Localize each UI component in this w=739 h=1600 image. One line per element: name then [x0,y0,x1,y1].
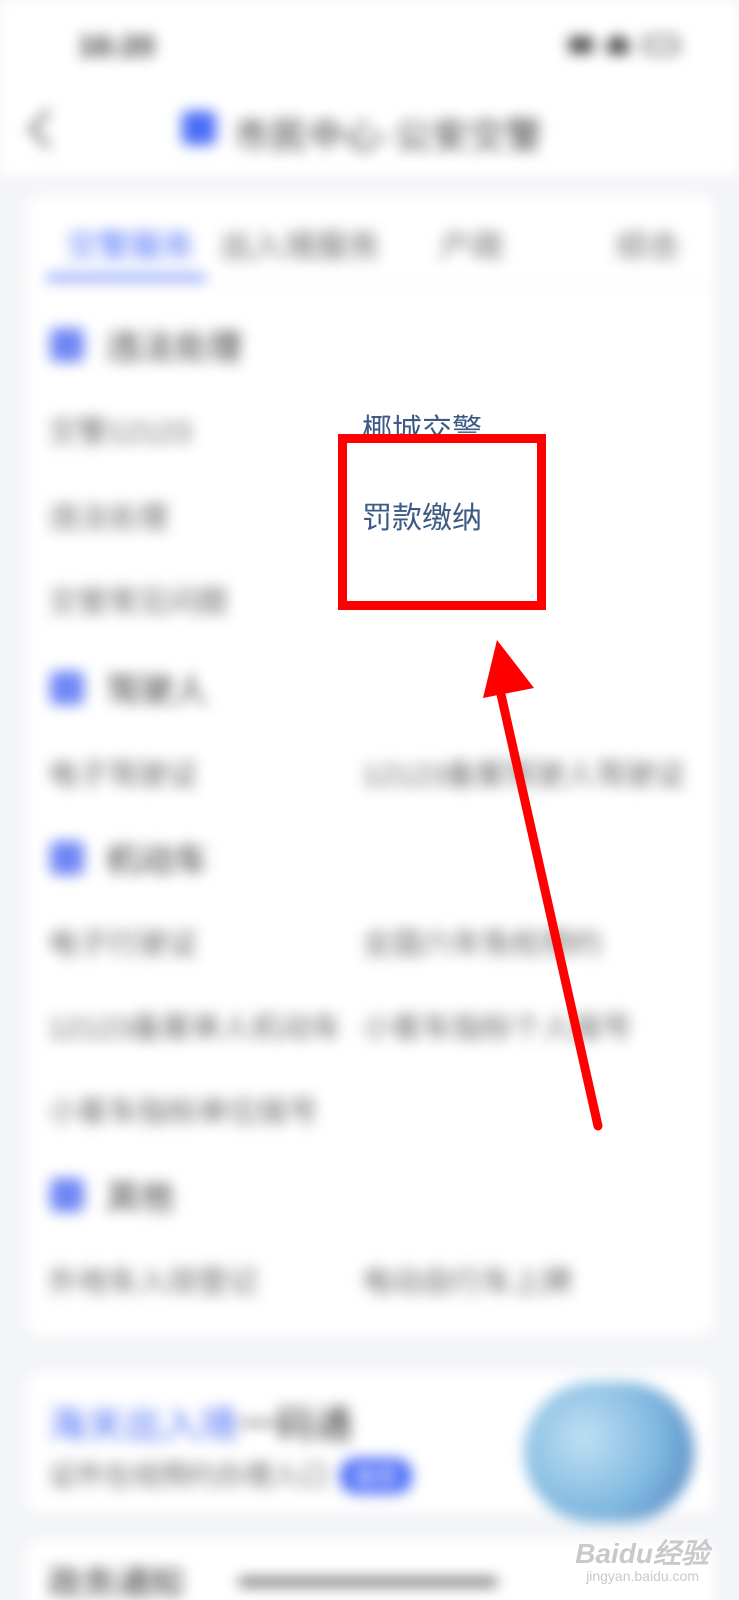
watermark-url: jingyan.baidu.com [586,1568,699,1584]
pointer-arrow [483,640,603,1131]
arrow-shaft [495,685,603,1131]
arrow-head [483,640,534,698]
watermark-brand: Baidu经验 [575,1538,709,1569]
screen: 16:20 市民中心·公安交警 交警服务 出入境服务 户政 综合 违法处理 交警… [0,0,739,1600]
